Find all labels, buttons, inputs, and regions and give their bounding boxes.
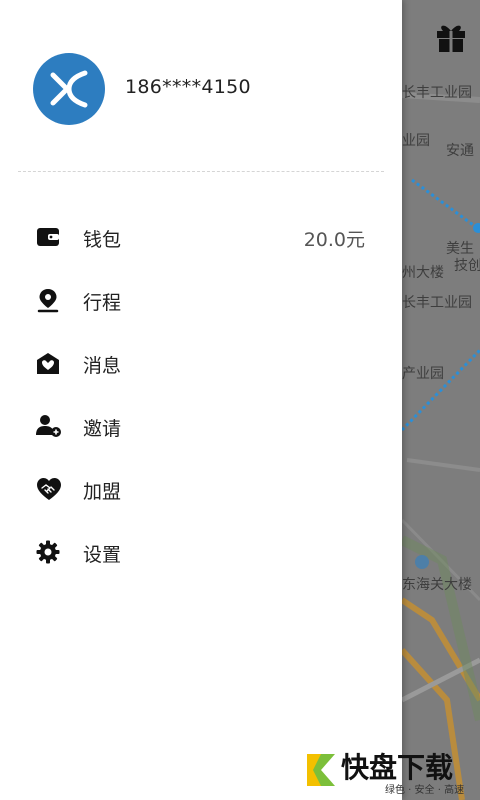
handshake-heart-icon <box>36 477 61 501</box>
menu-item-label: 邀请 <box>83 418 122 440</box>
map-label: 产业园 <box>402 366 444 382</box>
avatar[interactable] <box>33 53 105 125</box>
gift-icon[interactable] <box>434 20 468 54</box>
map-label: 技创 <box>454 258 480 274</box>
map-label: 安通 <box>446 143 474 159</box>
menu-item-wallet[interactable]: 钱包 20.0元 <box>0 212 402 262</box>
user-phone[interactable]: 186****4150 <box>125 76 251 98</box>
app-logo-icon <box>50 70 88 108</box>
menu-item-settings[interactable]: 设置 <box>0 527 402 577</box>
menu-item-label: 钱包 <box>83 229 122 251</box>
map-roads <box>402 92 480 800</box>
navigation-drawer: 186****4150 钱包 20.0元 行程 消息 邀请 加盟 设置 <box>0 0 402 800</box>
map-label: 业园 <box>402 133 430 149</box>
watermark-logo-icon <box>307 754 335 786</box>
watermark: 快盘下载 绿色 · 安全 · 高速 <box>307 746 477 796</box>
gear-icon <box>36 540 60 564</box>
menu-item-label: 行程 <box>83 292 122 314</box>
map-background[interactable]: 长丰工业园 业园 安通 美生 技创 州大楼 长丰工业园 产业园 东海关大楼 <box>402 0 480 800</box>
wallet-balance: 20.0元 <box>303 229 365 251</box>
watermark-title: 快盘下载 <box>341 751 454 784</box>
message-heart-icon <box>36 351 60 375</box>
menu-item-invite[interactable]: 邀请 <box>0 401 402 451</box>
location-pin-icon <box>36 288 60 313</box>
map-label: 东海关大楼 <box>402 577 472 593</box>
watermark-subtitle: 绿色 · 安全 · 高速 <box>385 785 465 796</box>
map-label: 长丰工业园 <box>402 85 472 101</box>
menu-item-label: 消息 <box>83 355 122 377</box>
menu-item-label: 加盟 <box>83 481 122 503</box>
map-label: 州大楼 <box>402 265 444 281</box>
menu-item-label: 设置 <box>83 544 122 566</box>
divider <box>18 171 384 172</box>
add-user-icon <box>36 414 61 438</box>
wallet-icon <box>36 225 60 249</box>
menu-item-messages[interactable]: 消息 <box>0 338 402 388</box>
map-label: 长丰工业园 <box>402 295 472 311</box>
menu-item-trips[interactable]: 行程 <box>0 275 402 325</box>
menu-item-franchise[interactable]: 加盟 <box>0 464 402 514</box>
